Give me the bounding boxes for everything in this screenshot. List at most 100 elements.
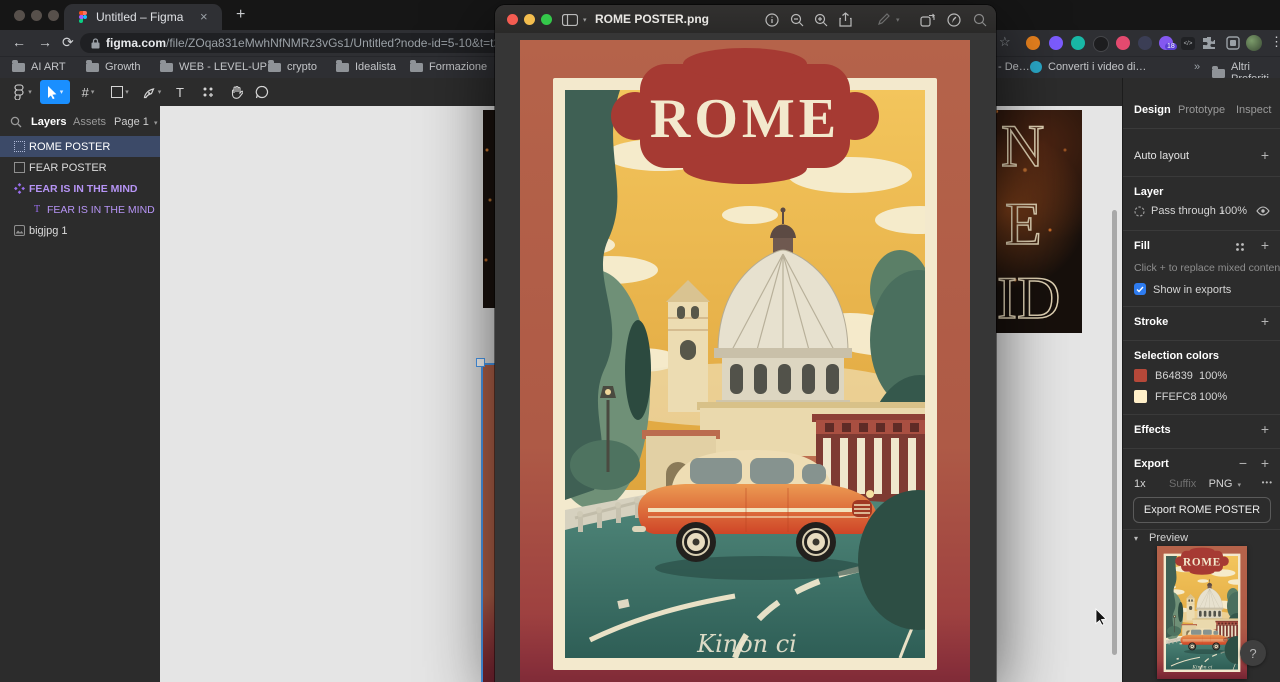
main-menu-button[interactable]: ▾ <box>6 80 40 104</box>
tab-design[interactable]: Design <box>1134 104 1171 116</box>
canvas-vertical-scrollbar[interactable] <box>1112 210 1117 655</box>
folder-icon <box>1212 69 1225 78</box>
bookmark-formazione[interactable]: Formazione <box>410 61 487 73</box>
tab-prototype[interactable]: Prototype <box>1178 104 1225 116</box>
bookmark-web-level-up[interactable]: WEB - LEVEL-UP <box>160 61 267 73</box>
layer-row-text-fear[interactable]: T FEAR IS IN THE MIND <box>0 199 160 220</box>
profile-avatar[interactable] <box>1246 35 1262 51</box>
key-extension-icon[interactable] <box>1116 36 1130 50</box>
zoom-out-icon[interactable] <box>788 11 805 28</box>
purple-extension-icon[interactable] <box>1049 36 1063 50</box>
export-more-icon[interactable]: ••• <box>1262 478 1273 487</box>
bookmark-ai-art[interactable]: AI ART <box>12 61 66 73</box>
bookmark-idealista[interactable]: Idealista <box>336 61 396 73</box>
move-tool-button[interactable]: ▾ <box>40 80 70 104</box>
color-hex-cream[interactable]: FFEFC8 <box>1155 391 1197 403</box>
fill-add-icon[interactable]: + <box>1261 237 1269 253</box>
dark-extension-icon[interactable] <box>1093 36 1109 52</box>
circle-extension-icon[interactable] <box>1138 36 1152 50</box>
markup-toolbar-icon[interactable] <box>945 11 962 28</box>
hand-tool-button[interactable] <box>222 80 250 104</box>
layer-row-bigjpg[interactable]: bigjpg 1 <box>0 220 160 241</box>
browser-tab[interactable]: Untitled – Figma × <box>64 4 222 30</box>
tab-close-icon[interactable]: × <box>200 9 208 24</box>
markup-pencil-icon[interactable] <box>875 11 892 28</box>
show-in-exports-checkbox[interactable] <box>1134 283 1146 295</box>
zoom-in-icon[interactable] <box>812 11 829 28</box>
window-close-icon[interactable] <box>507 14 518 25</box>
sidebar-toggle-icon[interactable] <box>561 11 578 28</box>
export-scale-value[interactable]: 1x <box>1134 478 1146 490</box>
help-button[interactable]: ? <box>1240 640 1266 666</box>
page-selector[interactable]: Page 1 ▾ <box>114 116 157 128</box>
frame-icon <box>13 162 25 173</box>
forward-icon[interactable]: → <box>38 34 52 50</box>
export-button[interactable]: Export ROME POSTER <box>1133 497 1271 523</box>
resources-tool-button[interactable] <box>194 80 222 104</box>
bookmark-crypto[interactable]: crypto <box>268 61 317 73</box>
effects-add-icon[interactable]: + <box>1261 421 1269 437</box>
shape-tool-button[interactable]: ▾ <box>106 80 134 104</box>
browser-menu-icon[interactable]: ⋮ <box>1270 34 1280 50</box>
browser-close-icon[interactable] <box>14 10 25 21</box>
search-icon[interactable] <box>971 11 988 28</box>
selection-handle[interactable] <box>476 358 485 367</box>
bookmark-star-icon[interactable]: ☆ <box>999 34 1011 50</box>
stroke-add-icon[interactable]: + <box>1261 313 1269 329</box>
badge-extension-icon[interactable]: 18 <box>1159 36 1173 50</box>
tab-layers[interactable]: Layers <box>31 116 66 128</box>
bookmark-converti[interactable]: Converti i video di… <box>1030 61 1146 73</box>
preview-collapse-icon[interactable]: ▾ <box>1134 534 1138 543</box>
layer-row-fear-poster[interactable]: FEAR POSTER <box>0 157 160 178</box>
layer-row-rome-poster[interactable]: ROME POSTER <box>0 136 160 157</box>
info-icon[interactable] <box>763 11 780 28</box>
eye-visibility-icon[interactable] <box>1256 206 1270 216</box>
tab-assets[interactable]: Assets <box>73 116 106 128</box>
bookmark-cut[interactable]: - De… <box>998 61 1030 73</box>
styles-icon[interactable] <box>1235 242 1245 252</box>
teal-extension-icon[interactable] <box>1071 36 1085 50</box>
color-swatch-cream[interactable] <box>1134 390 1147 403</box>
color-hex-red[interactable]: B64839 <box>1155 370 1193 382</box>
bookmarks-overflow-icon[interactable]: » <box>1194 61 1200 73</box>
layer-section-title: Layer <box>1134 186 1163 198</box>
window-minimize-icon[interactable] <box>524 14 535 25</box>
reload-icon[interactable]: ⟳ <box>62 34 74 51</box>
browser-minimize-icon[interactable] <box>31 10 42 21</box>
layer-opacity-value[interactable]: 100% <box>1219 205 1247 217</box>
color-opacity-red[interactable]: 100% <box>1199 370 1227 382</box>
fear-poster-canvas-object[interactable]: N E ID <box>995 110 1082 333</box>
tab-inspect[interactable]: Inspect <box>1236 104 1271 116</box>
pen-tool-button[interactable]: ▾ <box>138 80 166 104</box>
auto-layout-add-icon[interactable]: + <box>1261 147 1269 163</box>
text-tool-button[interactable]: T <box>166 80 194 104</box>
share-icon[interactable] <box>837 11 854 28</box>
stroke-section-title: Stroke <box>1134 316 1168 328</box>
tab-groups-icon[interactable] <box>1226 36 1240 50</box>
export-add-icon[interactable]: + <box>1261 455 1269 471</box>
color-swatch-red[interactable] <box>1134 369 1147 382</box>
extensions-puzzle-icon[interactable] <box>1202 36 1216 50</box>
preview-window-titlebar[interactable]: ▾ ROME POSTER.png ▾ <box>495 5 996 34</box>
metamask-extension-icon[interactable] <box>1026 36 1040 50</box>
bookmark-growth[interactable]: Growth <box>86 61 140 73</box>
chevron-down-icon[interactable]: ▾ <box>583 16 587 24</box>
blend-mode-dropdown[interactable]: Pass through ▾ <box>1151 205 1224 217</box>
export-format-dropdown[interactable]: PNG ▾ <box>1209 478 1241 490</box>
color-opacity-cream[interactable]: 100% <box>1199 391 1227 403</box>
back-icon[interactable]: ← <box>12 34 26 50</box>
markup-chevron-icon[interactable]: ▾ <box>896 16 900 24</box>
rotate-icon[interactable] <box>919 11 936 28</box>
new-tab-button[interactable]: + <box>236 6 245 24</box>
comment-tool-button[interactable] <box>248 80 276 104</box>
search-icon[interactable] <box>10 116 22 128</box>
blend-mode-icon[interactable] <box>1134 206 1145 217</box>
fear-poster-left-sliver[interactable] <box>483 110 495 308</box>
layer-row-component-fear[interactable]: FEAR IS IN THE MIND <box>0 178 160 199</box>
code-extension-icon[interactable]: </> <box>1181 37 1195 50</box>
export-suffix-placeholder[interactable]: Suffix <box>1169 478 1196 490</box>
frame-tool-button[interactable]: #▾ <box>74 80 102 104</box>
window-zoom-icon[interactable] <box>541 14 552 25</box>
export-remove-icon[interactable]: − <box>1239 455 1247 471</box>
browser-zoom-icon[interactable] <box>48 10 59 21</box>
